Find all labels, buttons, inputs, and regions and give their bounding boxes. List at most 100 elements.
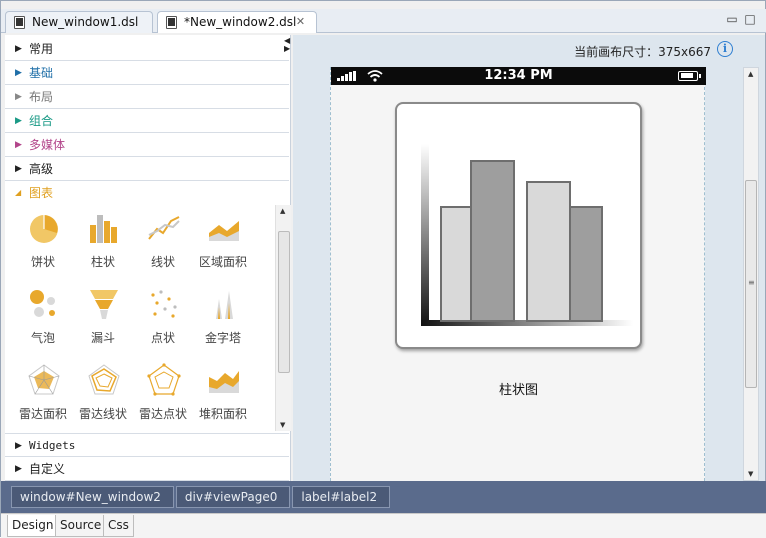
item-label: 金字塔 — [204, 331, 241, 345]
phone-preview[interactable]: 12:34 PM 柱状图 — [330, 67, 706, 481]
editor-tab-bar: New_window1.dsl *New_window2.dsl ✕ ▭ □ — [1, 9, 766, 33]
palette-item-bubble[interactable]: 气泡 — [13, 283, 73, 355]
item-label: 雷达点状 — [138, 407, 187, 421]
tab-new-window1[interactable]: New_window1.dsl — [5, 11, 153, 33]
palette-category-common[interactable]: ▶ 常用 — [5, 37, 289, 61]
element-breadcrumb-bar: window#New_window2 div#viewPage0 label#l… — [1, 481, 766, 513]
palette-item-radar-line[interactable]: 雷达线状 — [73, 359, 133, 431]
scatter-chart-icon — [151, 290, 177, 318]
file-icon — [166, 16, 177, 29]
category-label: 组合 — [29, 114, 54, 128]
radar-area-icon — [28, 364, 60, 395]
radar-point-icon — [147, 363, 181, 396]
battery-icon — [678, 71, 701, 81]
category-label: 自定义 — [29, 462, 66, 476]
tab-label: New_window1.dsl — [32, 15, 139, 29]
tab-source[interactable]: Source — [55, 515, 107, 537]
pyramid-chart-icon — [216, 291, 233, 319]
view-mode-tabs: Design Source Css — [1, 513, 766, 538]
category-label: 基础 — [29, 66, 54, 80]
file-icon — [14, 16, 25, 29]
breadcrumb-item-window[interactable]: window#New_window2 — [11, 486, 174, 508]
radar-line-icon — [88, 364, 120, 395]
tab-label: *New_window2.dsl — [184, 15, 297, 29]
palette-category-advanced[interactable]: ▶ 高级 — [5, 157, 289, 181]
status-time: 12:34 PM — [484, 68, 553, 83]
scroll-down-icon[interactable]: ▼ — [280, 421, 285, 429]
tab-css[interactable]: Css — [103, 515, 134, 537]
palette-item-radar-point[interactable]: 雷达点状 — [133, 359, 193, 431]
expand-triangle-icon: ▶ — [15, 116, 22, 126]
funnel-chart-icon — [90, 290, 118, 319]
item-label: 饼状 — [30, 255, 55, 269]
expand-triangle-icon: ▶ — [15, 44, 22, 54]
item-label: 雷达面积 — [18, 407, 67, 421]
area-chart-icon — [209, 221, 239, 241]
palette-item-radar-area[interactable]: 雷达面积 — [13, 359, 73, 431]
expand-triangle-icon: ▶ — [15, 464, 22, 474]
item-label: 点状 — [150, 331, 175, 345]
scroll-up-icon[interactable]: ▲ — [280, 207, 285, 215]
chart-caption-label[interactable]: 柱状图 — [331, 379, 706, 398]
palette-category-layout[interactable]: ▶ 布局 — [5, 85, 289, 109]
design-canvas: 当前画布尺寸：375x667 i 12:34 PM 柱状图 ▲ ≡ ▼ — [293, 35, 765, 481]
phone-status-bar: 12:34 PM — [331, 67, 706, 85]
palette-item-line[interactable]: 线状 — [133, 207, 193, 279]
tab-design[interactable]: Design — [7, 515, 59, 537]
breadcrumb-item-viewpage[interactable]: div#viewPage0 — [175, 486, 291, 508]
bar-chart-widget[interactable] — [395, 102, 642, 349]
item-label: 区域面积 — [198, 255, 247, 269]
palette-scrollbar[interactable]: ▲ ▼ — [275, 205, 291, 431]
bubble-chart-icon — [30, 290, 55, 317]
item-label: 雷达线状 — [78, 407, 127, 421]
canvas-size-label: 当前画布尺寸：375x667 — [574, 45, 711, 59]
item-label: 堆积面积 — [198, 407, 247, 421]
item-label: 气泡 — [30, 331, 55, 345]
category-label: 布局 — [29, 90, 54, 104]
expand-triangle-icon: ▶ — [15, 441, 22, 451]
palette-item-bar[interactable]: 柱状 — [73, 207, 133, 279]
expand-triangle-icon: ▶ — [15, 68, 22, 78]
palette-item-funnel[interactable]: 漏斗 — [73, 283, 133, 355]
item-label: 柱状 — [90, 255, 115, 269]
bar-chart-icon — [90, 215, 117, 243]
palette-item-pie[interactable]: 饼状 — [13, 207, 73, 279]
scroll-down-icon[interactable]: ▼ — [748, 470, 753, 478]
palette-item-scatter[interactable]: 点状 — [133, 283, 193, 355]
palette-category-combo[interactable]: ▶ 组合 — [5, 109, 289, 133]
ide-window: New_window1.dsl *New_window2.dsl ✕ ▭ □ ◀… — [0, 0, 766, 538]
minimize-icon[interactable]: ▭ — [725, 13, 739, 27]
category-label: 高级 — [29, 162, 54, 176]
chart-component-grid: 饼状 柱状 线状 区域面积 气泡 漏斗 点状 金字塔 雷达面积 雷达线状 雷达点… — [5, 203, 275, 433]
expand-triangle-icon: ▶ — [15, 92, 22, 102]
breadcrumb-item-label[interactable]: label#label2 — [292, 486, 391, 508]
info-icon[interactable]: i — [717, 41, 733, 57]
component-palette: ◀▶ ▶ 常用 ▶ 基础 ▶ 布局 ▶ 组合 ▶ 多媒体 ▶ 高级 ◢ 图表 — [5, 35, 291, 481]
collapse-triangle-icon: ◢ — [15, 188, 22, 197]
scroll-up-icon[interactable]: ▲ — [748, 70, 753, 78]
category-label: 多媒体 — [29, 138, 66, 152]
palette-category-custom[interactable]: ▶ 自定义 — [5, 457, 289, 481]
scroll-grip-icon: ≡ — [748, 278, 755, 287]
canvas-scrollbar[interactable]: ▲ ≡ ▼ — [743, 67, 759, 481]
item-label: 线状 — [150, 255, 175, 269]
palette-category-charts[interactable]: ◢ 图表 — [5, 181, 289, 205]
breadcrumb: window#New_window2 div#viewPage0 label#l… — [11, 486, 392, 510]
expand-triangle-icon: ▶ — [15, 140, 22, 150]
palette-category-multimedia[interactable]: ▶ 多媒体 — [5, 133, 289, 157]
pie-chart-icon — [30, 215, 58, 243]
palette-category-basic[interactable]: ▶ 基础 — [5, 61, 289, 85]
palette-item-area[interactable]: 区域面积 — [193, 207, 253, 279]
expand-triangle-icon: ▶ — [15, 164, 22, 174]
maximize-icon[interactable]: □ — [743, 13, 757, 27]
tab-new-window2[interactable]: *New_window2.dsl ✕ — [157, 11, 317, 33]
category-label: 常用 — [29, 42, 54, 56]
scroll-thumb[interactable] — [278, 231, 290, 373]
bar-chart-graphic — [421, 144, 633, 326]
palette-item-pyramid[interactable]: 金字塔 — [193, 283, 253, 355]
palette-category-widgets[interactable]: ▶ Widgets — [5, 433, 289, 457]
palette-item-stacked-area[interactable]: 堆积面积 — [193, 359, 253, 431]
close-icon[interactable]: ✕ — [295, 16, 306, 27]
category-label: 图表 — [29, 186, 54, 200]
line-chart-icon — [148, 216, 180, 240]
